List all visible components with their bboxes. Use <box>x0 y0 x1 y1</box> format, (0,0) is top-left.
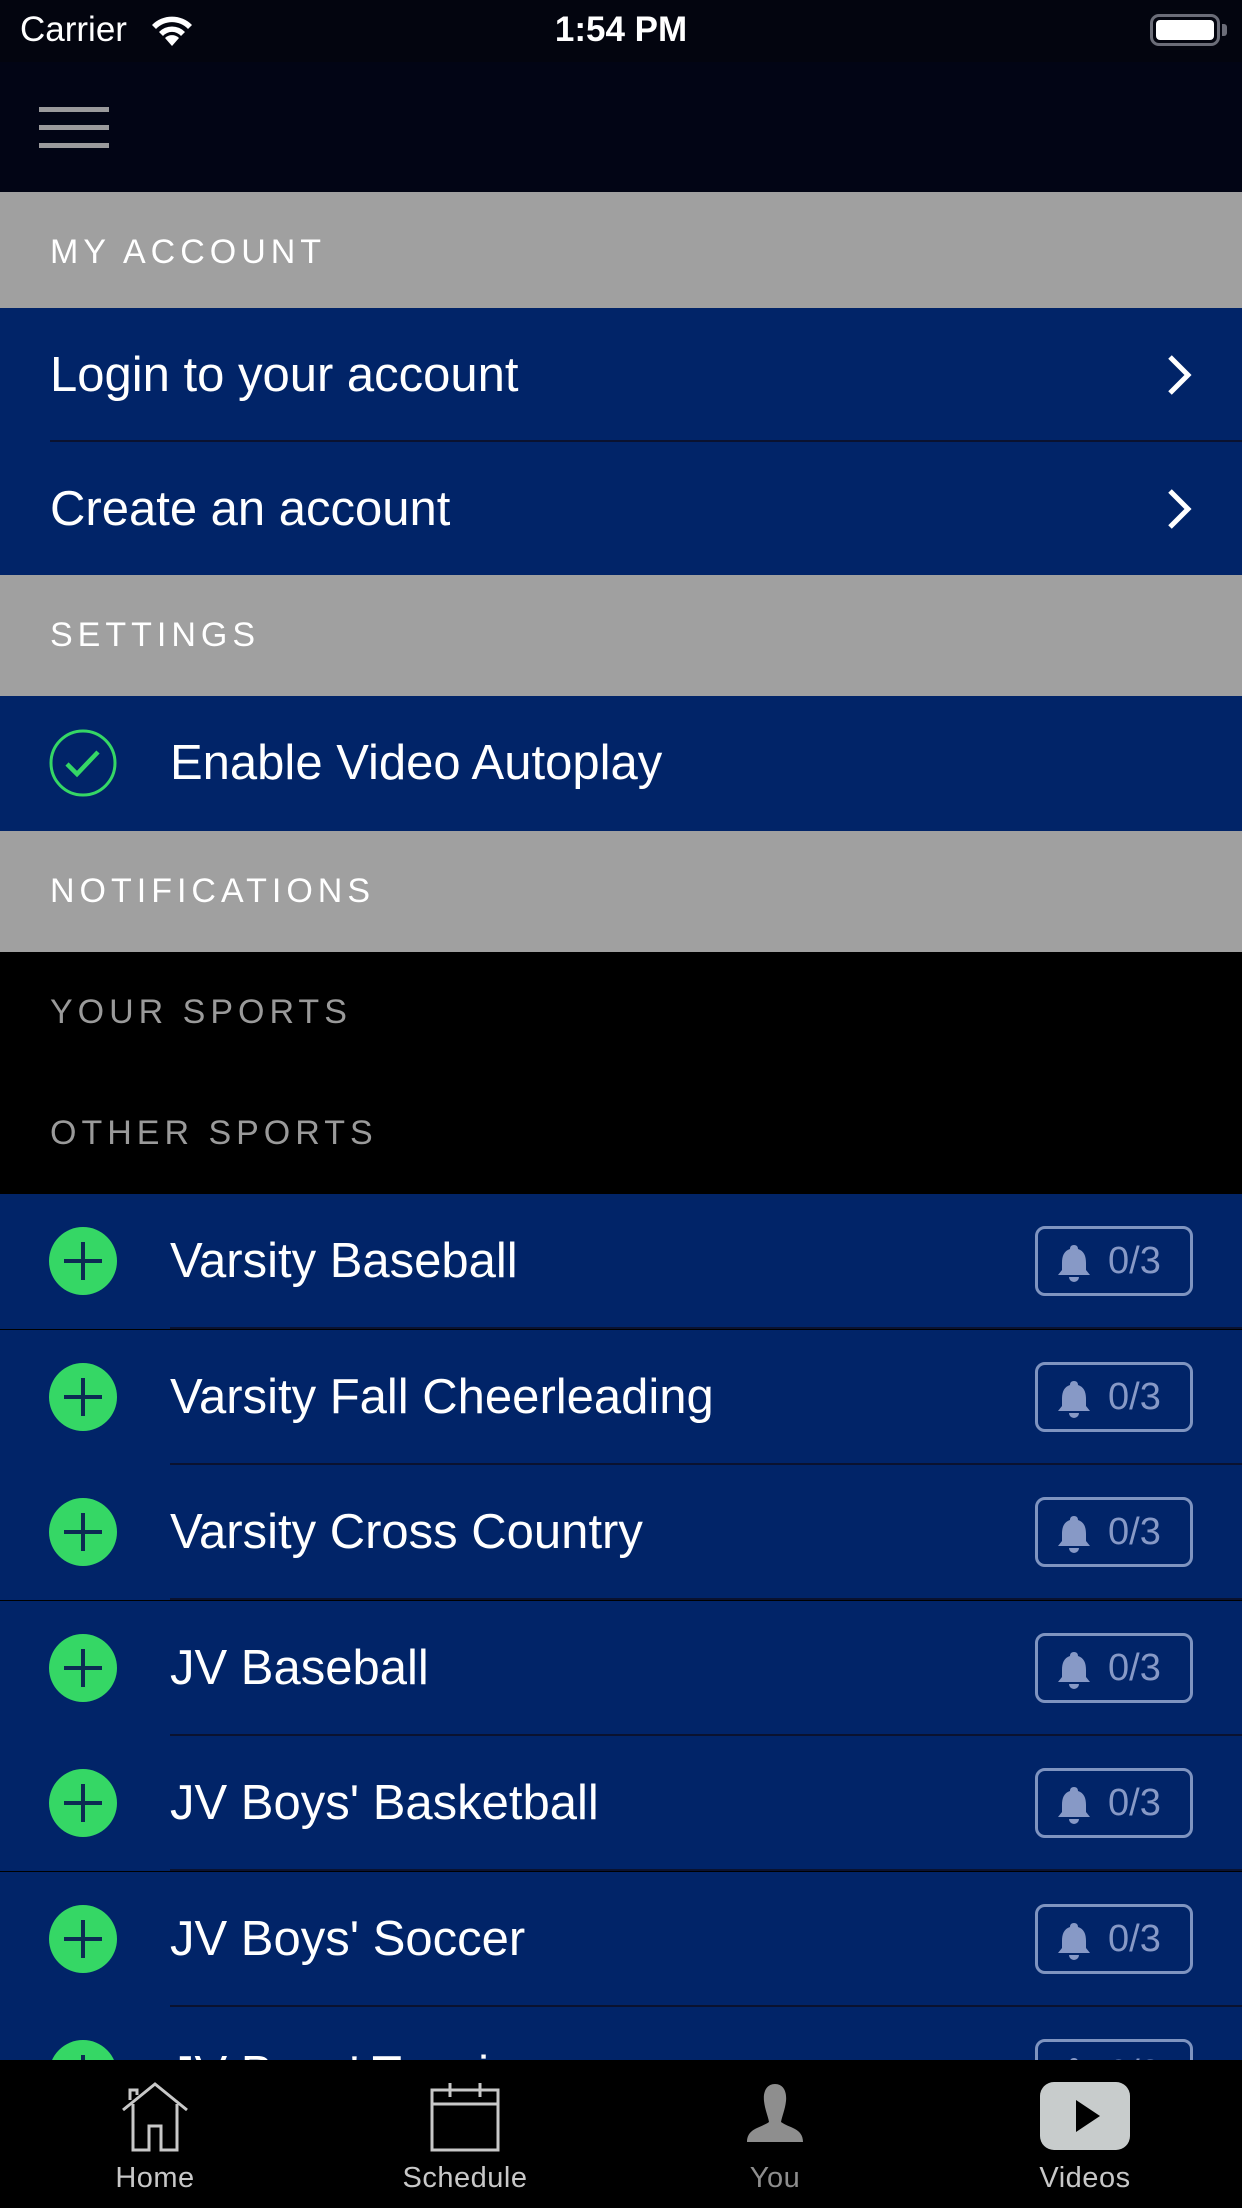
section-header-notifications: NOTIFICATIONS <box>0 831 1242 952</box>
section-label: OTHER SPORTS <box>50 1114 378 1152</box>
sport-name: JV Boys' Basketball <box>170 1776 599 1830</box>
create-account-label: Create an account <box>50 482 451 536</box>
add-sport-icon[interactable] <box>49 1227 117 1295</box>
calendar-icon <box>430 2083 500 2152</box>
sport-name: Varsity Cross Country <box>170 1505 643 1559</box>
sport-name: JV Boys' Soccer <box>170 1912 526 1966</box>
clock: 1:54 PM <box>554 10 688 49</box>
tab-home[interactable]: Home <box>0 2060 310 2208</box>
tab-you[interactable]: You <box>620 2060 930 2208</box>
sport-name: Varsity Baseball <box>170 1234 518 1288</box>
notification-count-button[interactable]: 0/3 <box>1035 1904 1193 1974</box>
add-sport-icon[interactable] <box>49 1498 117 1566</box>
section-header-other-sports: OTHER SPORTS <box>0 1073 1242 1194</box>
tab-bar: Home Schedule You Videos <box>0 2060 1242 2208</box>
notification-count-button[interactable]: 0/3 <box>1035 1768 1193 1838</box>
row-divider <box>170 1327 1242 1329</box>
tab-label: Home <box>115 2162 195 2194</box>
status-bar: Carrier 1:54 PM <box>0 0 1242 62</box>
notification-count-button[interactable]: 0/3 <box>1035 1633 1193 1703</box>
section-label: MY ACCOUNT <box>50 233 327 271</box>
autoplay-label: Enable Video Autoplay <box>170 736 663 790</box>
login-label: Login to your account <box>50 348 519 402</box>
sport-name: JV Baseball <box>170 1641 429 1695</box>
create-account-row[interactable]: Create an account <box>0 442 1242 576</box>
row-divider <box>170 1598 1242 1600</box>
tab-schedule[interactable]: Schedule <box>310 2060 620 2208</box>
battery-nub <box>1222 24 1227 36</box>
bell-icon <box>1058 1652 1090 1689</box>
sport-row[interactable]: JV Boys' Basketball 0/3 <box>0 1736 1242 1871</box>
bell-icon <box>1058 1787 1090 1824</box>
section-header-my-account: MY ACCOUNT <box>0 192 1242 313</box>
notification-count-button[interactable]: 0/3 <box>1035 1497 1193 1567</box>
notification-count: 0/3 <box>1108 1376 1161 1418</box>
notification-count-button[interactable]: 0/3 <box>1035 1362 1193 1432</box>
bell-icon <box>1058 1245 1090 1282</box>
autoplay-toggle-row[interactable]: Enable Video Autoplay <box>0 696 1242 831</box>
tab-label: You <box>749 2162 801 2194</box>
bell-icon <box>1058 1516 1090 1553</box>
section-label: YOUR SPORTS <box>50 993 352 1031</box>
chevron-right-icon <box>1168 355 1192 395</box>
section-label: NOTIFICATIONS <box>50 872 376 910</box>
add-sport-icon[interactable] <box>49 1905 117 1973</box>
sport-row[interactable]: JV Baseball 0/3 <box>0 1601 1242 1736</box>
navigation-bar <box>0 62 1242 192</box>
section-label: SETTINGS <box>50 616 261 654</box>
sport-row[interactable]: Varsity Fall Cheerleading 0/3 <box>0 1330 1242 1465</box>
person-icon <box>747 2084 803 2142</box>
check-circle-icon[interactable] <box>49 729 117 797</box>
chevron-right-icon <box>1168 489 1192 529</box>
section-header-settings: SETTINGS <box>0 575 1242 696</box>
notification-count-button[interactable]: 0/3 <box>1035 1226 1193 1296</box>
notification-count: 0/3 <box>1108 1511 1161 1553</box>
tab-label: Schedule <box>402 2162 528 2194</box>
notification-count: 0/3 <box>1108 1647 1161 1689</box>
add-sport-icon[interactable] <box>49 1634 117 1702</box>
sport-row[interactable]: JV Boys' Soccer 0/3 <box>0 1872 1242 2007</box>
home-icon <box>122 2082 188 2152</box>
sport-row[interactable]: Varsity Cross Country 0/3 <box>0 1465 1242 1600</box>
bell-icon <box>1058 1381 1090 1418</box>
add-sport-icon[interactable] <box>49 1769 117 1837</box>
row-divider <box>170 1869 1242 1871</box>
tab-videos[interactable]: Videos <box>930 2060 1240 2208</box>
sport-row[interactable]: Varsity Baseball 0/3 <box>0 1194 1242 1329</box>
login-row[interactable]: Login to your account <box>0 308 1242 442</box>
play-video-icon <box>1040 2082 1130 2150</box>
notification-count: 0/3 <box>1108 1240 1161 1282</box>
notification-count: 0/3 <box>1108 1782 1161 1824</box>
add-sport-icon[interactable] <box>49 1363 117 1431</box>
tab-label: Videos <box>1039 2162 1131 2194</box>
bell-icon <box>1058 1923 1090 1960</box>
notification-count: 0/3 <box>1108 1918 1161 1960</box>
section-header-your-sports: YOUR SPORTS <box>0 952 1242 1073</box>
sport-name: Varsity Fall Cheerleading <box>170 1370 714 1424</box>
hamburger-menu-icon[interactable] <box>39 102 109 152</box>
battery-icon <box>1150 14 1220 46</box>
